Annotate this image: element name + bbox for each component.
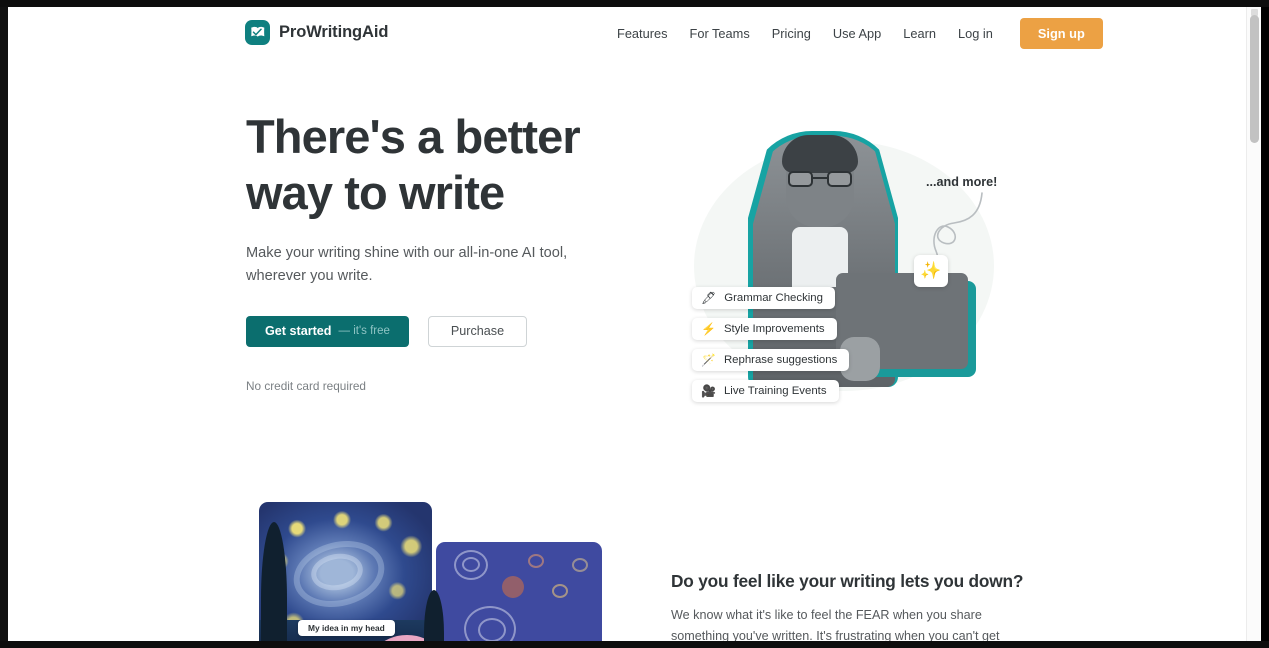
quill-pen-icon: 🖋 (701, 291, 717, 305)
page-viewport: ProWritingAid Features For Teams Pricing… (8, 7, 1261, 641)
vertical-scrollbar[interactable] (1246, 7, 1261, 641)
hero-title-line-1: There's a better (246, 110, 581, 163)
section-two-title: Do you feel like your writing lets you d… (671, 571, 1024, 591)
and-more-label: ...and more! (926, 175, 998, 189)
section-two-body: We know what it's like to feel the FEAR … (671, 608, 1000, 641)
get-started-sublabel: — it's free (338, 325, 390, 338)
feature-chip-list: 🖋 Grammar Checking ⚡ Style Improvements … (692, 287, 892, 411)
hero-title-line-2: way to write (246, 166, 505, 220)
feature-chip-label: Grammar Checking (724, 292, 823, 304)
hero-subtitle: Make your writing shine with our all-in-… (246, 244, 568, 284)
main-navigation: Features For Teams Pricing Use App Learn… (606, 18, 1103, 49)
window-left-edge (0, 7, 8, 641)
brand-logo-link[interactable]: ProWritingAid (245, 20, 388, 45)
glasses-icon (788, 171, 852, 187)
video-camera-icon: 🎥 (701, 384, 716, 398)
feature-chip-label: Live Training Events (723, 385, 827, 397)
hero-copy: There's a better way to write Make your … (246, 109, 626, 393)
browser-window: ProWritingAid Features For Teams Pricing… (0, 0, 1269, 648)
feature-chip-style-improvements: ⚡ Style Improvements (692, 318, 837, 340)
scrollbar-thumb[interactable] (1250, 15, 1259, 143)
sign-up-button[interactable]: Sign up (1019, 18, 1103, 49)
writing-lets-you-down-section: My idea in my head Do you feel like your… (8, 483, 1246, 641)
nav-link-log-in[interactable]: Log in (947, 19, 1004, 48)
painting-cypress-tree (261, 522, 287, 641)
nav-link-features[interactable]: Features (606, 19, 679, 48)
book-check-logo-icon (245, 20, 270, 45)
hero-title: There's a better way to write (246, 109, 626, 222)
get-started-label: Get started (265, 324, 332, 339)
nav-link-use-app[interactable]: Use App (822, 19, 892, 48)
feature-chip-grammar-checking: 🖋 Grammar Checking (692, 287, 835, 309)
hero-illustration: ...and more! ✨ 🖋 Grammar Checking ⚡ Styl… (676, 113, 1026, 453)
feature-chip-rephrase-suggestions: 🪄 Rephrase suggestions (692, 349, 850, 371)
section-two-copy: Do you feel like your writing lets you d… (671, 571, 1024, 641)
sparkle-icon: ✨ (914, 255, 948, 287)
nav-link-pricing[interactable]: Pricing (761, 19, 822, 48)
hero-cta-row: Get started — it's free Purchase (246, 315, 626, 347)
webpage: ProWritingAid Features For Teams Pricing… (8, 7, 1246, 641)
lightning-bolt-icon: ⚡ (701, 322, 716, 336)
idea-vs-reality-illustration: My idea in my head (253, 502, 603, 641)
site-header: ProWritingAid Features For Teams Pricing… (8, 7, 1246, 63)
brand-name: ProWritingAid (279, 23, 389, 41)
hero-section: There's a better way to write Make your … (8, 63, 1246, 483)
feature-chip-live-training-events: 🎥 Live Training Events (692, 380, 839, 402)
magic-wand-icon: 🪄 (701, 353, 716, 367)
feature-chip-label: Style Improvements (723, 323, 825, 335)
window-top-edge (0, 0, 1269, 7)
person-hair (782, 135, 858, 173)
nav-link-learn[interactable]: Learn (892, 19, 947, 48)
nav-link-for-teams[interactable]: For Teams (679, 19, 761, 48)
my-idea-in-my-head-label: My idea in my head (298, 620, 395, 636)
window-bottom-edge (0, 641, 1269, 648)
purchase-button[interactable]: Purchase (427, 315, 528, 347)
feature-chip-label: Rephrase suggestions (723, 354, 838, 366)
get-started-button[interactable]: Get started — it's free (246, 315, 409, 347)
no-credit-card-note: No credit card required (246, 378, 366, 393)
plain-version-card (436, 542, 602, 641)
